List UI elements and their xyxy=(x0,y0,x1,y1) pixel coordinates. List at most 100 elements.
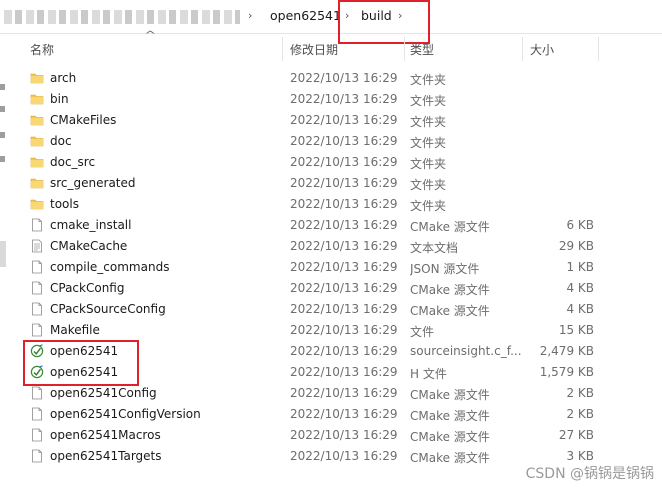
file-size: 4 KB xyxy=(566,281,594,295)
file-name: doc_src xyxy=(50,155,96,169)
file-row[interactable]: arch 2022/10/13 16:29 文件夹 xyxy=(22,68,598,89)
file-type: 文件夹 xyxy=(410,199,447,213)
file-size: 2 KB xyxy=(566,407,594,421)
file-size: 27 KB xyxy=(558,428,594,442)
file-size: 15 KB xyxy=(558,323,594,337)
file-name: src_generated xyxy=(50,176,136,190)
file-size: 1,579 KB xyxy=(539,365,594,379)
file-type: sourceinsight.c_f... xyxy=(410,344,522,358)
file-row[interactable]: open62541ConfigVersion 2022/10/13 16:29 CM… xyxy=(22,404,598,425)
address-bar[interactable]: › open62541 › build › xyxy=(0,0,662,34)
file-row[interactable]: cmake_install 2022/10/13 16:29 CMake 源文件 6 … xyxy=(22,215,598,236)
nav-pane-marker xyxy=(0,84,5,90)
file-type: 文件夹 xyxy=(410,115,447,129)
column-divider[interactable] xyxy=(404,37,405,61)
file-size: 29 KB xyxy=(558,239,594,253)
file-modified-date: 2022/10/13 16:29 xyxy=(290,323,398,337)
file-name: Makefile xyxy=(50,323,100,337)
file-name: open62541ConfigVersion xyxy=(50,407,201,421)
file-name: open62541Targets xyxy=(50,449,162,463)
file-name: bin xyxy=(50,92,69,106)
column-size[interactable]: 大小 xyxy=(530,41,554,58)
column-divider[interactable] xyxy=(522,37,523,61)
watermark: CSDN @锅锅是锅锅 xyxy=(525,466,654,482)
file-size: 3 KB xyxy=(566,449,594,463)
file-row[interactable]: compile_commands 2022/10/13 16:29 JSON 源文件… xyxy=(22,257,598,278)
file-row[interactable]: open62541Targets 2022/10/13 16:29 CMake 源文… xyxy=(22,446,598,467)
file-icon xyxy=(30,281,44,295)
file-modified-date: 2022/10/13 16:29 xyxy=(290,176,398,190)
file-type: 文件夹 xyxy=(410,136,447,150)
file-modified-date: 2022/10/13 16:29 xyxy=(290,71,398,85)
folder-icon xyxy=(30,155,44,169)
file-icon xyxy=(30,260,44,274)
column-type[interactable]: 类型 xyxy=(410,41,434,58)
file-name: CPackSourceConfig xyxy=(50,302,166,316)
file-name: doc xyxy=(50,134,72,148)
file-modified-date: 2022/10/13 16:29 xyxy=(290,134,398,148)
folder-icon xyxy=(30,92,44,106)
nav-pane-marker xyxy=(0,106,5,112)
file-type: CMake 源文件 xyxy=(410,430,490,444)
file-name: CPackConfig xyxy=(50,281,125,295)
file-row[interactable]: bin 2022/10/13 16:29 文件夹 xyxy=(22,89,598,110)
file-modified-date: 2022/10/13 16:29 xyxy=(290,92,398,106)
file-size: 4 KB xyxy=(566,302,594,316)
file-type: CMake 源文件 xyxy=(410,451,490,465)
file-type: JSON 源文件 xyxy=(410,262,480,276)
file-name: tools xyxy=(50,197,79,211)
file-modified-date: 2022/10/13 16:29 xyxy=(290,302,398,316)
nav-pane-scrollbar[interactable] xyxy=(0,241,6,267)
file-modified-date: 2022/10/13 16:29 xyxy=(290,449,398,463)
file-modified-date: 2022/10/13 16:29 xyxy=(290,281,398,295)
file-modified-date: 2022/10/13 16:29 xyxy=(290,407,398,421)
column-header: 名称 修改日期 类型 大小 xyxy=(0,37,662,61)
file-type: CMake 源文件 xyxy=(410,304,490,318)
file-modified-date: 2022/10/13 16:29 xyxy=(290,239,398,253)
file-row[interactable]: open62541Config 2022/10/13 16:29 CMake 源文件… xyxy=(22,383,598,404)
file-type: 文件夹 xyxy=(410,157,447,171)
file-name: open62541Macros xyxy=(50,428,161,442)
file-type: 文件夹 xyxy=(410,178,447,192)
column-date[interactable]: 修改日期 xyxy=(290,41,338,58)
file-icon xyxy=(30,386,44,400)
file-icon xyxy=(30,302,44,316)
file-row[interactable]: doc 2022/10/13 16:29 文件夹 xyxy=(22,131,598,152)
file-row[interactable]: CPackConfig 2022/10/13 16:29 CMake 源文件 4 KB xyxy=(22,278,598,299)
file-modified-date: 2022/10/13 16:29 xyxy=(290,428,398,442)
file-row[interactable]: tools 2022/10/13 16:29 文件夹 xyxy=(22,194,598,215)
file-modified-date: 2022/10/13 16:29 xyxy=(290,113,398,127)
file-row[interactable]: CMakeCache 2022/10/13 16:29 文本文档 29 KB xyxy=(22,236,598,257)
file-type: 文件夹 xyxy=(410,73,447,87)
file-size: 6 KB xyxy=(566,218,594,232)
annotation-box-open62541-files xyxy=(23,340,139,386)
obscured-path xyxy=(4,10,240,24)
file-row[interactable]: open62541Macros 2022/10/13 16:29 CMake 源文件… xyxy=(22,425,598,446)
file-name: compile_commands xyxy=(50,260,170,274)
file-modified-date: 2022/10/13 16:29 xyxy=(290,155,398,169)
file-row[interactable]: CPackSourceConfig 2022/10/13 16:29 CMake 源… xyxy=(22,299,598,320)
file-size: 2 KB xyxy=(566,386,594,400)
file-name: cmake_install xyxy=(50,218,132,232)
text-file-icon xyxy=(30,239,44,253)
file-modified-date: 2022/10/13 16:29 xyxy=(290,386,398,400)
folder-icon xyxy=(30,113,44,127)
file-row[interactable]: doc_src 2022/10/13 16:29 文件夹 xyxy=(22,152,598,173)
column-divider[interactable] xyxy=(598,37,599,61)
file-icon xyxy=(30,407,44,421)
file-icon xyxy=(30,428,44,442)
file-icon xyxy=(30,218,44,232)
file-row[interactable]: Makefile 2022/10/13 16:29 文件 15 KB xyxy=(22,320,598,341)
column-name[interactable]: 名称 xyxy=(30,41,54,58)
file-type: H 文件 xyxy=(410,367,447,381)
file-icon xyxy=(30,449,44,463)
file-row[interactable]: CMakeFiles 2022/10/13 16:29 文件夹 xyxy=(22,110,598,131)
file-row[interactable]: src_generated 2022/10/13 16:29 文件夹 xyxy=(22,173,598,194)
breadcrumb-open62541[interactable]: open62541 xyxy=(270,8,341,23)
file-modified-date: 2022/10/13 16:29 xyxy=(290,260,398,274)
file-modified-date: 2022/10/13 16:29 xyxy=(290,197,398,211)
file-modified-date: 2022/10/13 16:29 xyxy=(290,344,398,358)
column-divider[interactable] xyxy=(282,37,283,61)
file-type: 文件 xyxy=(410,325,435,339)
file-name: CMakeCache xyxy=(50,239,128,253)
